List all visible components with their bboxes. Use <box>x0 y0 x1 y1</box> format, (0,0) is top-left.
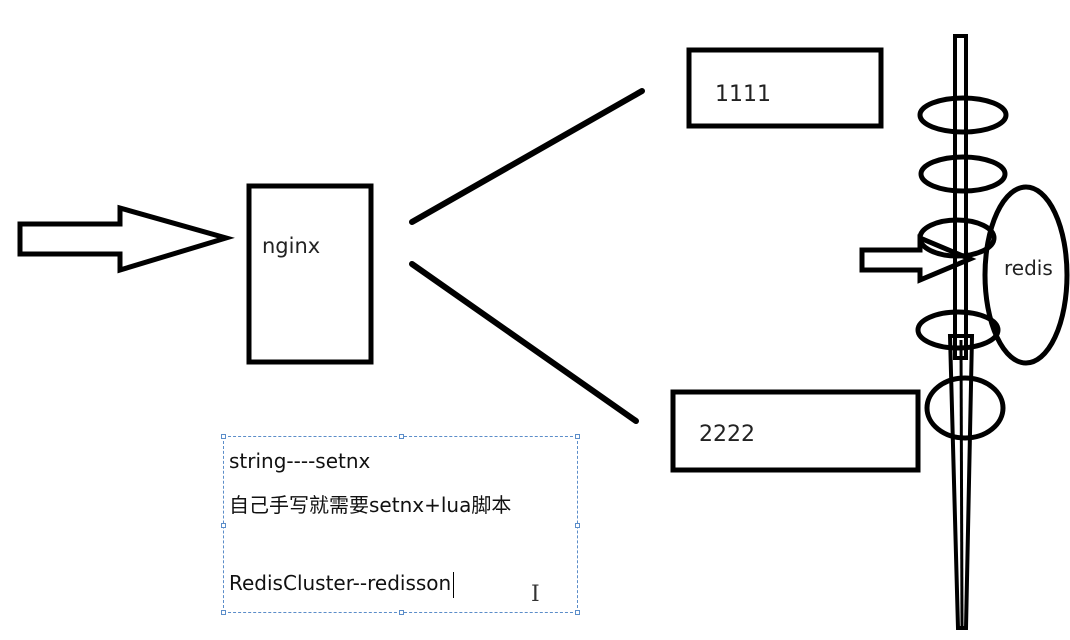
text-caret <box>453 571 455 598</box>
nginx-label: nginx <box>262 234 321 258</box>
resize-handle-bottom-right[interactable] <box>575 610 580 615</box>
text-line-4: RedisCluster--redisson <box>229 571 455 598</box>
lock-ring-2 <box>918 154 1008 194</box>
server-label-1111: 1111 <box>715 82 771 107</box>
text-line-4-content: RedisCluster--redisson <box>229 571 452 595</box>
lock-ring-1 <box>917 95 1009 135</box>
server-label-2222: 2222 <box>699 422 755 447</box>
resize-handle-top-center[interactable] <box>399 434 404 439</box>
redis-label: redis <box>1004 256 1053 280</box>
resize-handle-top-right[interactable] <box>575 434 580 439</box>
text-line-2: 自己手写就需要setnx+lua脚本 <box>229 493 512 517</box>
ibeam-cursor-icon: I <box>531 582 540 607</box>
resize-handle-top-left[interactable] <box>221 434 226 439</box>
incoming-arrow <box>17 204 235 274</box>
editable-text-box[interactable]: string----setnx 自己手写就需要setnx+lua脚本 Redis… <box>221 434 580 615</box>
nginx-box <box>246 183 374 365</box>
text-line-1: string----setnx <box>229 449 371 473</box>
redis-shaft-center <box>959 339 964 627</box>
resize-handle-bottom-left[interactable] <box>221 610 226 615</box>
resize-handle-middle-left[interactable] <box>221 523 226 528</box>
lock-ring-4 <box>915 309 1001 351</box>
lock-ring-5 <box>924 375 1006 441</box>
resize-handle-bottom-center[interactable] <box>399 610 404 615</box>
resize-handle-middle-right[interactable] <box>575 523 580 528</box>
branch-line-upper <box>409 88 645 225</box>
branch-line-lower <box>409 261 639 424</box>
